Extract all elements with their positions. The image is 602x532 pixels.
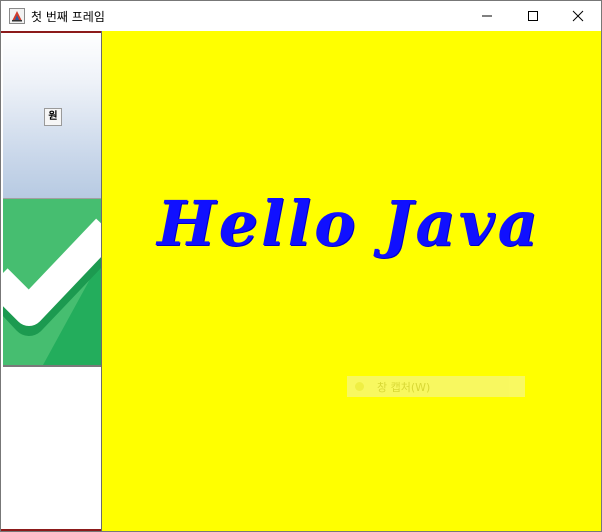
window-title: 첫 번째 프레임 (31, 10, 105, 24)
ghost-menu-label: 창 캡처(W) (377, 381, 431, 394)
close-button[interactable] (555, 1, 601, 31)
ghost-menu-item: 창 캡처(W) (347, 376, 525, 397)
left-panel: 원 (1, 31, 120, 531)
green-checkmark-image (1, 199, 120, 365)
close-icon (572, 7, 584, 26)
hello-java-label: Hello Java (157, 187, 541, 260)
title-bar[interactable]: 첫 번째 프레임 (1, 1, 601, 31)
small-button[interactable]: 원 (44, 108, 62, 126)
maximize-icon (527, 7, 539, 26)
app-window: 첫 번째 프레임 원 Hello Java 창 캡처(W) (0, 0, 602, 532)
minimize-button[interactable] (464, 1, 510, 31)
maximize-button[interactable] (510, 1, 556, 31)
minimize-icon (481, 7, 493, 26)
blank-panel (3, 365, 101, 531)
gradient-panel: 원 (3, 33, 101, 199)
main-content-area: Hello Java 창 캡처(W) (102, 31, 601, 531)
ghost-menu-icon (355, 382, 364, 391)
panel-bottom-edge (1, 529, 101, 531)
java-app-icon[interactable] (9, 8, 25, 24)
